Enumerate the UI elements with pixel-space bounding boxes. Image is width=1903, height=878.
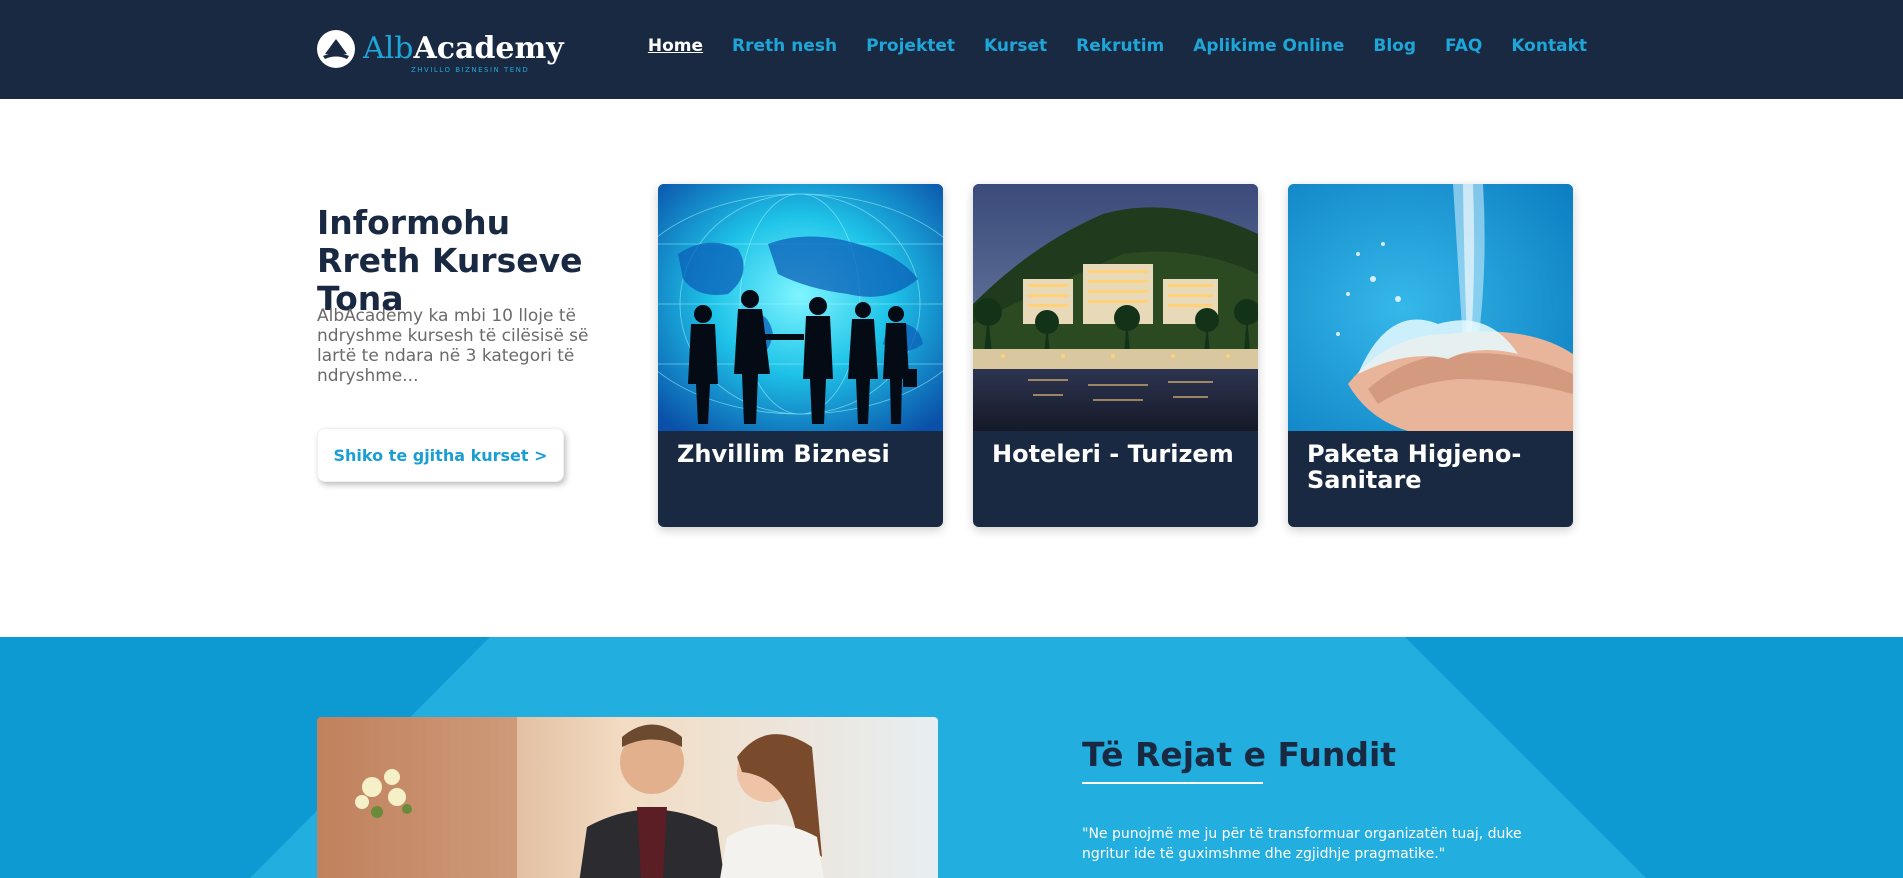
nav-home[interactable]: Home xyxy=(648,36,703,56)
course-card-title: Paketa Higjeno-Sanitare xyxy=(1307,440,1522,494)
course-card-business[interactable]: Zhvillim Biznesi xyxy=(658,184,943,527)
nav-kurset[interactable]: Kurset xyxy=(984,36,1047,56)
hands-water-image xyxy=(1288,184,1573,431)
nav-kontakt[interactable]: Kontakt xyxy=(1511,36,1587,56)
view-all-courses-button[interactable]: Shiko te gjitha kurset > xyxy=(317,428,564,482)
news-title: Të Rejat e Fundit xyxy=(1082,735,1397,774)
course-card-hygiene[interactable]: Paketa Higjeno-Sanitare xyxy=(1288,184,1573,527)
hotel-resort-image xyxy=(973,184,1258,431)
site-header: AlbAcademy ZHVILLO BIZNESIN TEND Home Rr… xyxy=(0,0,1903,99)
logo[interactable]: AlbAcademy ZHVILLO BIZNESIN TEND xyxy=(317,30,564,74)
news-background-shape xyxy=(250,637,1646,878)
course-card-hotel[interactable]: Hoteleri - Turizem xyxy=(973,184,1258,527)
logo-tagline: ZHVILLO BIZNESIN TEND xyxy=(411,66,530,74)
course-card-title: Hoteleri - Turizem xyxy=(992,440,1234,468)
courses-title: Informohu Rreth Kurseve Tona xyxy=(317,203,583,318)
nav-projektet[interactable]: Projektet xyxy=(866,36,955,56)
courses-description: AlbAcademy ka mbi 10 lloje të ndryshme k… xyxy=(317,306,589,386)
news-title-underline xyxy=(1082,782,1263,784)
logo-icon xyxy=(317,30,355,68)
nav-aplikime-online[interactable]: Aplikime Online xyxy=(1193,36,1344,56)
nav-rekrutim[interactable]: Rekrutim xyxy=(1076,36,1164,56)
nav-blog[interactable]: Blog xyxy=(1373,36,1416,56)
news-section: Të Rejat e Fundit "Ne punojmë me ju për … xyxy=(0,637,1903,878)
logo-text-alb: Alb xyxy=(363,31,414,66)
main-nav: Home Rreth nesh Projektet Kurset Rekruti… xyxy=(619,36,1587,56)
logo-text-academy: Academy xyxy=(413,31,564,66)
business-people-image xyxy=(658,184,943,431)
course-card-title: Zhvillim Biznesi xyxy=(677,440,890,468)
news-image xyxy=(317,717,938,878)
nav-faq[interactable]: FAQ xyxy=(1445,36,1482,56)
nav-rreth-nesh[interactable]: Rreth nesh xyxy=(732,36,837,56)
news-quote: "Ne punojmë me ju për të transformuar or… xyxy=(1082,826,1522,862)
